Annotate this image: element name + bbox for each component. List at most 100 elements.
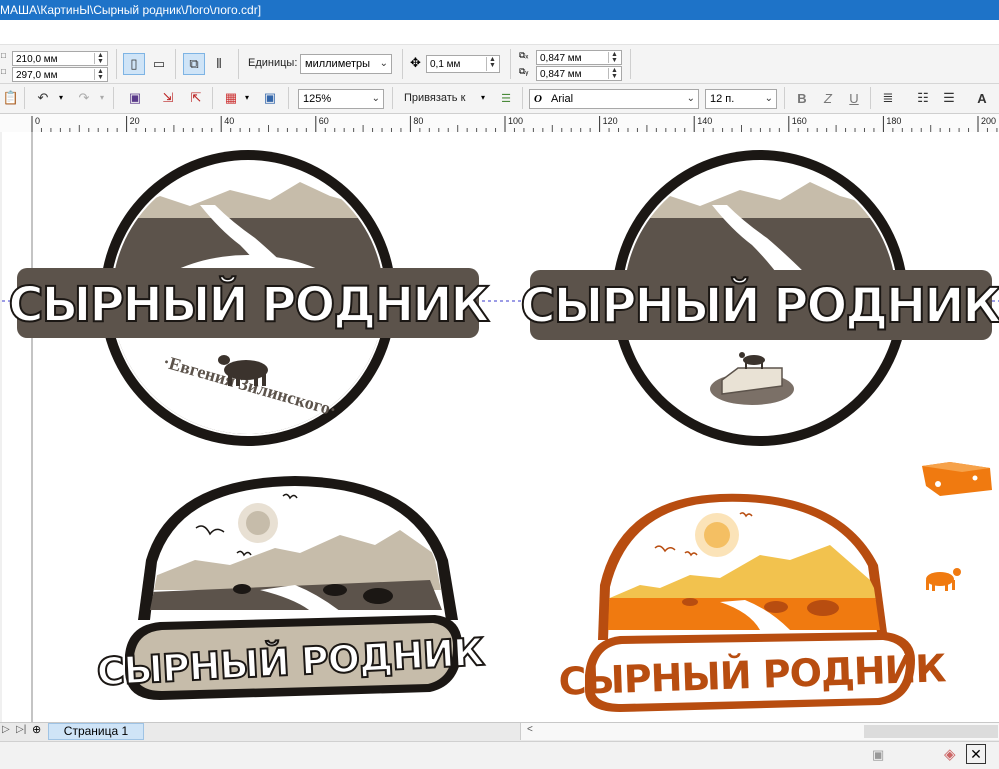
import-button[interactable]: ⇲: [157, 87, 179, 109]
duplicate-y-icon: ⧉ᵧ: [519, 66, 529, 76]
logo-variant-1[interactable]: СЫРНЫЙ РОДНИК ·Евгения Зилинского·: [7, 150, 492, 446]
current-page-icon: ⫴: [216, 56, 222, 71]
ruler-tick-label: 140: [697, 116, 712, 126]
preview-icon: ▣: [263, 90, 277, 105]
text-properties-button[interactable]: A: [971, 87, 993, 109]
ruler-tick-label: 120: [603, 116, 618, 126]
bullets-icon: ☷: [917, 90, 929, 105]
ruler-tick-label: 20: [130, 116, 140, 126]
search-content-button[interactable]: ▣: [124, 87, 146, 109]
nudge-icon: ✥: [410, 55, 421, 70]
page-width-icon: □: [1, 51, 6, 60]
ruler-tick-label: 100: [508, 116, 523, 126]
redo-button[interactable]: ↷: [73, 87, 95, 109]
window-title: МАША\КартинЫ\Сырный родник\Лого\лого.cdr…: [0, 3, 262, 17]
page-width-field[interactable]: 210,0 мм ▲ ▼: [12, 51, 108, 66]
spin-arrows-icon[interactable]: ▲ ▼: [94, 68, 106, 81]
units-select[interactable]: миллиметры ⌄: [300, 54, 392, 74]
window-title-bar: МАША\КартинЫ\Сырный родник\Лого\лого.cdr…: [0, 0, 999, 20]
logo-variant-3[interactable]: СЫРНЫЙ РОДНИК: [95, 476, 486, 700]
snap-status-icon[interactable]: ▣: [872, 747, 884, 763]
portrait-icon: ▯: [130, 56, 138, 71]
publish-button[interactable]: ▦: [220, 87, 242, 109]
italic-button[interactable]: Z: [817, 87, 839, 109]
landscape-icon: ▭: [152, 56, 166, 71]
status-bar: ▣ ◈ ✕: [0, 741, 999, 769]
ruler-tick-label: 180: [886, 116, 901, 126]
import-icon: ⇲: [162, 90, 174, 105]
prev-page-icon[interactable]: ▷: [2, 724, 10, 735]
duplicate-x-field[interactable]: 0,847 мм ▲ ▼: [536, 50, 622, 65]
chevron-down-icon: ⌄: [686, 93, 695, 104]
align-icon: ≣: [882, 90, 894, 105]
horizontal-ruler[interactable]: 0 20 40 60 80 100 120 140 160 180 200: [0, 114, 999, 133]
snap-dropdown-icon[interactable]: ▾: [481, 93, 485, 102]
pages-icon: ⧉: [189, 56, 199, 71]
guides-icon: ☰: [501, 92, 511, 105]
logo-variant-4[interactable]: СЫРНЫЙ РОДНИК: [558, 493, 947, 712]
spin-arrows-icon[interactable]: ▲ ▼: [486, 56, 498, 71]
property-bar: □ 210,0 мм ▲ ▼ □ 297,0 мм ▲ ▼ ▯ ▭ ⧉ ⫴ Един…: [0, 45, 999, 84]
spin-arrows-icon[interactable]: ▲ ▼: [608, 67, 620, 80]
bullet-list-button[interactable]: ☷: [912, 87, 934, 109]
artwork-svg: СЫРНЫЙ РОДНИК ·Евгения Зилинского· СЫРНЫ…: [2, 132, 999, 722]
logo-title: СЫРНЫЙ РОДНИК: [8, 276, 489, 333]
publish-icon: ▦: [224, 90, 238, 105]
paste-icon: 📋: [2, 90, 20, 105]
orange-cow-icon[interactable]: [926, 568, 961, 591]
font-family-select[interactable]: O Arial ⌄: [529, 89, 699, 109]
horizontal-scrollbar[interactable]: <: [520, 723, 999, 740]
no-outline-icon[interactable]: ✕: [966, 744, 986, 764]
publish-dropdown-icon[interactable]: ▾: [245, 93, 249, 102]
redo-icon: ↷: [78, 90, 90, 105]
ruler-tick-label: 160: [792, 116, 807, 126]
logo-title: СЫРНЫЙ РОДНИК: [520, 277, 999, 334]
font-size-select[interactable]: 12 п. ⌄: [705, 89, 777, 109]
spin-arrows-icon[interactable]: ▲ ▼: [608, 51, 620, 64]
export-button[interactable]: ⇱: [185, 87, 207, 109]
alignment-guides-button[interactable]: ☰: [495, 87, 517, 109]
drop-cap-button[interactable]: ☰: [938, 87, 960, 109]
page-tab-bar: ▷ ▷| ⊕ Страница 1 <: [0, 722, 999, 741]
paste-button[interactable]: 📋: [0, 87, 22, 109]
current-page-button[interactable]: ⫴: [208, 53, 230, 75]
content-icon: ▣: [128, 90, 142, 105]
page-height-field[interactable]: 297,0 мм ▲ ▼: [12, 67, 108, 82]
fill-bucket-icon[interactable]: ◈: [944, 745, 956, 763]
units-label: Единицы:: [248, 57, 298, 69]
chevron-down-icon: ⌄: [379, 58, 388, 69]
text-align-button[interactable]: ≣: [877, 87, 899, 109]
duplicate-y-field[interactable]: 0,847 мм ▲ ▼: [536, 66, 622, 81]
undo-dropdown-icon[interactable]: ▾: [59, 93, 63, 102]
scrollbar-thumb[interactable]: [864, 725, 998, 738]
zoom-select[interactable]: 125% ⌄: [298, 89, 384, 109]
spin-arrows-icon[interactable]: ▲ ▼: [94, 52, 106, 65]
chevron-down-icon: ⌄: [371, 93, 380, 104]
snap-to-button[interactable]: Привязать к: [404, 92, 465, 104]
orange-cheese-piece[interactable]: [922, 462, 992, 496]
duplicate-x-icon: ⧉ₓ: [519, 50, 529, 60]
logo-variant-2[interactable]: СЫРНЫЙ РОДНИК: [519, 150, 999, 446]
fullscreen-preview-button[interactable]: ▣: [259, 87, 281, 109]
landscape-orientation-button[interactable]: ▭: [148, 53, 170, 75]
underline-button[interactable]: U: [843, 87, 865, 109]
drawing-canvas[interactable]: СЫРНЫЙ РОДНИК ·Евгения Зилинского· СЫРНЫ…: [2, 132, 999, 722]
ruler-tick-label: 0: [35, 116, 40, 126]
undo-button[interactable]: ↶: [32, 87, 54, 109]
page-height-icon: □: [1, 67, 6, 76]
ruler-tick-label: 60: [319, 116, 329, 126]
ruler-tick-label: 80: [413, 116, 423, 126]
all-pages-button[interactable]: ⧉: [183, 53, 205, 75]
tab-page-1[interactable]: Страница 1: [48, 723, 144, 740]
ruler-tick-label: 40: [224, 116, 234, 126]
dropcap-icon: ☰: [943, 90, 955, 105]
export-icon: ⇱: [190, 90, 202, 105]
scroll-left-icon[interactable]: <: [527, 724, 533, 735]
redo-dropdown-icon[interactable]: ▾: [100, 93, 104, 102]
portrait-orientation-button[interactable]: ▯: [123, 53, 145, 75]
nudge-distance-field[interactable]: 0,1 мм ▲ ▼: [426, 55, 500, 73]
undo-icon: ↶: [37, 90, 49, 105]
bold-button[interactable]: B: [791, 87, 813, 109]
add-page-icon[interactable]: ⊕: [32, 723, 41, 736]
next-page-icon[interactable]: ▷|: [16, 724, 26, 735]
